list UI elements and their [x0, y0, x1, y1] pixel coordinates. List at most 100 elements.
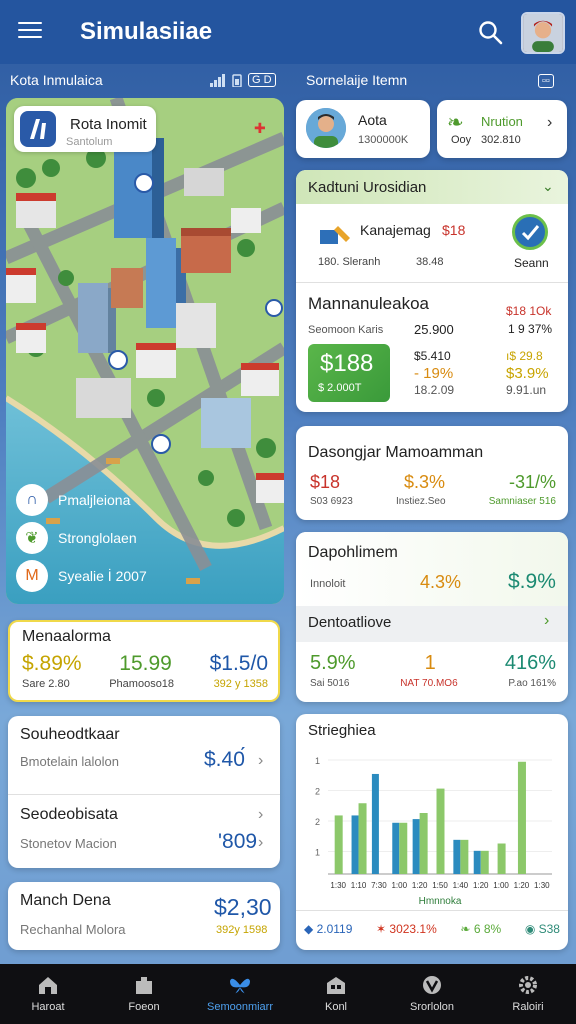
legend-item-2[interactable]: ❦ Stronglolaen	[16, 522, 137, 554]
nav-home[interactable]: Haroat	[0, 964, 96, 1024]
manna-sub: 1 9 37%	[508, 322, 553, 336]
nav-checks[interactable]: Srorlolon	[384, 964, 480, 1024]
city-map[interactable]: Rota Inomit Santolum ✚ ∩ Pmaljleiona ❦ S…	[6, 98, 284, 604]
manna-value: 9.91.un	[506, 383, 547, 397]
list-item-title: Seodeobisata	[20, 806, 118, 823]
list-card: Souheodtkaar Bmotelain lalolon $.40́ › S…	[8, 716, 280, 868]
chevron-down-icon[interactable]: ⌄	[542, 178, 554, 195]
legend-item-3[interactable]: M Syealie İ 2007	[16, 560, 147, 592]
legend-label: 6 8%	[473, 922, 502, 936]
bar-blue[interactable]	[453, 839, 461, 874]
stat-sub: Sare 2.80	[22, 678, 70, 690]
bar-green[interactable]	[436, 788, 445, 874]
profile-card[interactable]: Aota 1300000K	[296, 100, 430, 158]
status-icons: G D	[210, 73, 276, 87]
chart-card[interactable]: Strieghiea 1 2 2 1 1:30 1:10 7:30 1:00 1:20 1:50 1…	[296, 714, 568, 950]
nation-name: Nrution	[481, 114, 523, 129]
y-tick-label: 2	[315, 817, 320, 827]
dapoh-card[interactable]: Dapohlimem Innoloit 4.3% $.9% Dentoatlio…	[296, 532, 568, 702]
map-header[interactable]: Rota Inomit Santolum	[14, 106, 156, 152]
leaf-icon: ❧	[447, 112, 464, 134]
y-tick-label: 1	[315, 848, 320, 858]
price-tag[interactable]: $188 $ 2.000T	[308, 344, 390, 402]
x-tick-label: 1:30	[534, 881, 550, 890]
card-value: $2,30	[214, 894, 272, 920]
stat-value: $18	[310, 472, 341, 492]
card-title: Dapohlimem	[308, 544, 398, 561]
nav-simulation[interactable]: Semoonmiarr	[192, 964, 288, 1024]
chevron-right-icon: ›	[258, 806, 264, 823]
manna-value: 18.2.09	[414, 383, 455, 397]
gear-icon	[519, 976, 537, 994]
card-manch-dena[interactable]: Manch Dena Rechanhal Molora $2,30 392y 1…	[8, 882, 280, 950]
stat-sub: NAT 70.MO6	[400, 678, 458, 689]
list-item-seodeobisata[interactable]: Seodeobisata Stonetov Macion '809 › ›	[8, 796, 280, 868]
manna-col-1: $5.410 - 19% 18.2.09	[414, 348, 454, 399]
x-tick-label: 1:10	[351, 881, 367, 890]
leaf-icon: ❦	[16, 522, 48, 554]
bar-blue[interactable]	[473, 850, 481, 874]
legend-icon: ◉	[524, 922, 539, 936]
bar-chart: 1 2 2 1 1:30 1:10 7:30 1:00 1:20 1:50 1:40 1:20 1:00…	[315, 756, 552, 907]
menu-icon[interactable]	[18, 22, 42, 40]
tag-value: $188	[320, 350, 374, 377]
bar-green[interactable]	[399, 822, 408, 874]
manna-value: $3.9%	[506, 365, 549, 382]
divider	[8, 794, 280, 795]
list-item-souheodtkaar[interactable]: Souheodtkaar Bmotelain lalolon $.40́ ›	[8, 716, 280, 792]
manna-value: ı$ 29.8	[506, 349, 543, 363]
bar-green[interactable]	[419, 813, 428, 874]
shop-icon	[136, 977, 152, 994]
nav-label: Foeon	[128, 1001, 160, 1013]
item-sub: 180. Sleranh	[318, 256, 381, 268]
stat-sub: S03 6923	[310, 496, 353, 507]
left-panel-label: Kota Inmulaica	[10, 72, 103, 88]
profile-avatar	[306, 108, 346, 148]
check-icon	[423, 976, 441, 994]
avatar[interactable]	[521, 12, 565, 54]
bar-green[interactable]	[480, 850, 489, 874]
stat-value: 5.9%	[310, 652, 356, 674]
bar-green[interactable]	[497, 843, 506, 875]
x-axis-title: Hmnnoka	[419, 896, 462, 907]
stat-sub: Phamooso18	[109, 678, 175, 690]
search-icon[interactable]	[478, 20, 504, 46]
bar-blue[interactable]	[351, 815, 359, 874]
card-title: Menaalorma	[22, 628, 111, 645]
card-sub: Innoloit	[310, 578, 346, 590]
x-tick-label: 7:30	[371, 881, 387, 890]
legend-item-1[interactable]: ∩ Pmaljleiona	[16, 484, 130, 516]
stat-value: 416%	[504, 652, 556, 674]
y-tick-label: 2	[315, 787, 320, 797]
bar-blue[interactable]	[371, 773, 379, 874]
bar-blue[interactable]	[392, 822, 400, 874]
stats-card-menaalorma[interactable]: Menaalorma $.89% 15.99 $1.5/0 Sare 2.80 …	[8, 620, 280, 702]
legend-label: Syealie İ 2007	[58, 568, 147, 584]
dasong-card[interactable]: Dasongjar Mamoamman $18 $.3% -31/% S03 6…	[296, 426, 568, 520]
bar-blue[interactable]	[412, 819, 420, 874]
legend-label: Stronglolaen	[58, 530, 137, 546]
list-item-value: '809	[218, 830, 258, 853]
stat-value: $.3%	[403, 472, 446, 492]
check-icon[interactable]	[512, 214, 548, 250]
bar-green[interactable]	[460, 839, 469, 874]
bar-green[interactable]	[334, 815, 343, 874]
nav-buildings[interactable]: Konl	[288, 964, 384, 1024]
nav-shop[interactable]: Foeon	[96, 964, 192, 1024]
bar-green[interactable]	[517, 761, 526, 874]
legend-item: ◉ S38	[525, 922, 560, 936]
app-title: Simulasiiae	[80, 18, 213, 45]
stat-value: 15.99	[119, 652, 172, 675]
card-title: Kadtuni Urosidian	[308, 179, 427, 196]
profile-sub: 1300000K	[358, 134, 409, 146]
manna-sub: Seomoon Karis	[308, 324, 384, 336]
list-item-sub: Stonetov Macion	[20, 836, 117, 851]
bar-green[interactable]	[358, 803, 367, 874]
nav-settings[interactable]: Raloiri	[480, 964, 576, 1024]
alert-icon: ✚	[254, 120, 266, 136]
right-panel-label: Sornelaije Itemn	[306, 72, 408, 88]
stat-value: $1.5/0	[209, 652, 268, 675]
nation-card[interactable]: ❧ Nrution Ooy 302.810 ›	[437, 100, 567, 158]
tools-icon	[318, 220, 354, 250]
kadtuni-card[interactable]: Kadtuni Urosidian ⌄ Kanajemag $18 180. S…	[296, 170, 568, 412]
